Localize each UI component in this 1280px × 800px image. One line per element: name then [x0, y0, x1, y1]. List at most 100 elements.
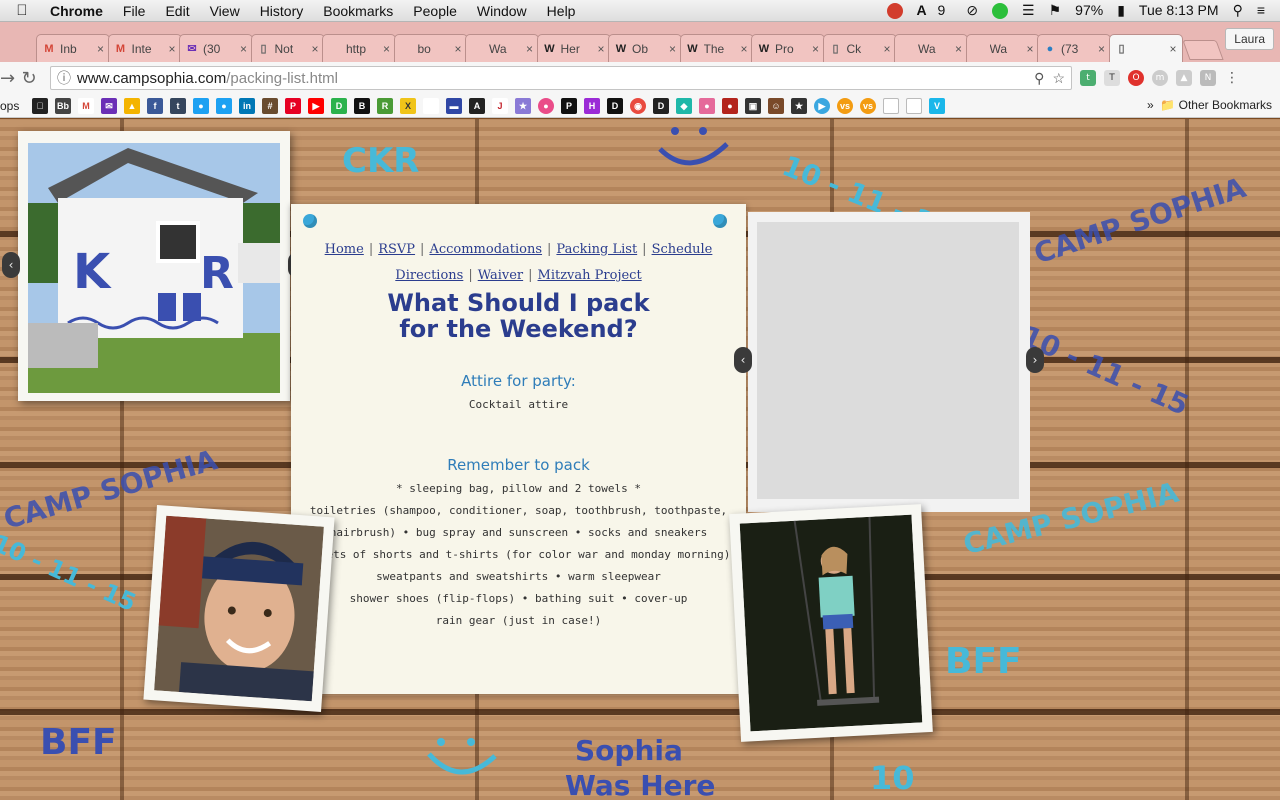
bookmark-star-icon[interactable]: ☆	[1052, 70, 1065, 87]
tab-close-icon[interactable]: ×	[1098, 42, 1105, 56]
browser-tab[interactable]: bo ×	[393, 34, 468, 62]
gmail-bookmark-icon[interactable]: M	[78, 97, 94, 114]
linkedin-bookmark-icon[interactable]: in	[239, 97, 255, 114]
browser-tab[interactable]: Wa ×	[465, 34, 539, 62]
page-info-icon[interactable]: ⓘ	[51, 68, 77, 88]
tab-close-icon[interactable]: ×	[740, 42, 747, 56]
reload-icon[interactable]: ↻	[14, 68, 44, 89]
vine-bookmark-icon[interactable]: V	[929, 97, 945, 114]
tab-close-icon[interactable]: ×	[955, 42, 962, 56]
n-extension-icon[interactable]: N	[1200, 70, 1216, 86]
color-wheel-bookmark-icon[interactable]: ◉	[630, 97, 646, 114]
bbc-bookmark-icon[interactable]: B	[354, 97, 370, 114]
tab-close-icon[interactable]: ×	[1169, 42, 1176, 56]
aiga-bookmark-icon[interactable]: A	[469, 97, 485, 114]
nav-waiver[interactable]: Waiver	[478, 268, 523, 283]
clock[interactable]: Tue 8:13 PM	[1132, 2, 1226, 18]
profile-button[interactable]: Laura	[1225, 28, 1274, 50]
menu-view[interactable]: View	[200, 3, 250, 19]
browser-tab[interactable]: ✉ (30 ×	[179, 34, 253, 62]
tab-close-icon[interactable]: ×	[383, 42, 390, 56]
do-not-disturb-icon[interactable]: ⊘	[959, 2, 985, 19]
browser-tab[interactable]: ▯ ×	[1108, 34, 1183, 62]
battery-icon[interactable]: ▮	[1110, 2, 1132, 19]
yahoo-mail-bookmark-icon[interactable]: ✉	[101, 97, 117, 114]
pig-bookmark-icon[interactable]: ●	[699, 97, 715, 114]
hash-bookmark-icon[interactable]: #	[262, 97, 278, 114]
nav-schedule[interactable]: Schedule	[652, 242, 713, 257]
figure-bookmark-icon[interactable]: ★	[515, 97, 531, 114]
browser-tab[interactable]: W Pro ×	[751, 34, 825, 62]
tab-close-icon[interactable]: ×	[883, 42, 890, 56]
chrome-menu-icon[interactable]: ⋮	[1224, 70, 1240, 86]
new-tab-button[interactable]	[1182, 40, 1224, 60]
browser-tab[interactable]: M Inte ×	[107, 34, 182, 62]
dict-bookmark-icon[interactable]: D	[331, 97, 347, 114]
vs2-bookmark-icon[interactable]: vs	[860, 97, 876, 114]
tab-close-icon[interactable]: ×	[526, 42, 533, 56]
pinterest-bookmark-icon[interactable]: P	[285, 97, 301, 114]
browser-tab[interactable]: W Ob ×	[608, 34, 682, 62]
red-bookmark-icon[interactable]: ●	[722, 97, 738, 114]
menu-file[interactable]: File	[113, 3, 156, 19]
adobe-icon[interactable]: A 9	[910, 2, 960, 18]
line-app-icon[interactable]	[985, 2, 1015, 20]
j-bookmark-icon[interactable]: J	[492, 97, 508, 114]
dribbble-bookmark-icon[interactable]: ●	[538, 97, 554, 114]
tab-close-icon[interactable]: ×	[97, 42, 104, 56]
cabin-slideshow-prev-button[interactable]: ‹	[2, 252, 20, 278]
apple-menu-icon[interactable]: 	[0, 2, 44, 19]
menu-bookmarks[interactable]: Bookmarks	[313, 3, 403, 19]
nav-rsvp[interactable]: RSVP	[378, 242, 415, 257]
tumblr-bookmark-icon[interactable]: t	[170, 97, 186, 114]
tab-close-icon[interactable]: ×	[669, 42, 676, 56]
notification-badge-icon[interactable]	[880, 2, 910, 20]
browser-tab[interactable]: ▯ Ck ×	[822, 34, 897, 62]
browser-tab[interactable]: M Inb ×	[36, 34, 110, 62]
h-bookmark-icon[interactable]: H	[584, 97, 600, 114]
menu-app-name[interactable]: Chrome	[44, 3, 113, 19]
notification-center-icon[interactable]: ≡	[1250, 2, 1272, 18]
bb-bookmark-icon[interactable]: Bb	[55, 97, 71, 114]
zoom-icon[interactable]: ⚲	[1034, 70, 1044, 87]
stripe-bookmark-icon[interactable]: ▬	[446, 97, 462, 114]
translate-extension-icon[interactable]: T	[1104, 70, 1120, 86]
face-bookmark-icon[interactable]: ☺	[768, 97, 784, 114]
twitter-bookmark-icon[interactable]: ●	[193, 97, 209, 114]
right-slideshow-prev-button[interactable]: ‹	[734, 347, 752, 373]
menu-edit[interactable]: Edit	[155, 3, 199, 19]
x-bookmark-icon[interactable]: X	[400, 97, 416, 114]
menu-window[interactable]: Window	[467, 3, 537, 19]
wifi-icon[interactable]: ☰	[1015, 2, 1042, 19]
menu-people[interactable]: People	[403, 3, 467, 19]
tab-close-icon[interactable]: ×	[597, 42, 604, 56]
r-bookmark-icon[interactable]: R	[377, 97, 393, 114]
tab-close-icon[interactable]: ×	[1026, 42, 1033, 56]
nav-home[interactable]: Home	[325, 242, 364, 257]
us-flag-icon[interactable]: ⚑	[1042, 2, 1069, 19]
browser-tab[interactable]: Wa ×	[965, 34, 1040, 62]
doc2-bookmark-icon[interactable]	[906, 97, 922, 114]
browser-tab[interactable]: W The ×	[679, 34, 754, 62]
apps-shortcut[interactable]: ops	[0, 99, 24, 113]
browser-tab[interactable]: W Her ×	[536, 34, 611, 62]
tab-close-icon[interactable]: ×	[168, 42, 175, 56]
nav-directions[interactable]: Directions	[395, 268, 463, 283]
other-bookmarks[interactable]: » 📁 Other Bookmarks	[1147, 98, 1272, 112]
drive-bookmark-icon[interactable]: ▲	[124, 97, 140, 114]
browser-tab[interactable]: ▯ Not ×	[250, 34, 325, 62]
youtube-bookmark-icon[interactable]: ▶	[308, 97, 324, 114]
browser-tab[interactable]: Wa ×	[894, 34, 968, 62]
tab-close-icon[interactable]: ×	[311, 42, 318, 56]
nav-accommodations[interactable]: Accommodations	[429, 242, 542, 257]
doc1-bookmark-icon[interactable]	[883, 97, 899, 114]
blank-bookmark-icon[interactable]	[423, 97, 439, 114]
menu-help[interactable]: Help	[537, 3, 586, 19]
speaker-extension-icon[interactable]: ▲	[1176, 70, 1192, 86]
d-split-bookmark-icon[interactable]: D	[607, 97, 623, 114]
nav-mitzvah-project[interactable]: Mitzvah Project	[538, 268, 642, 283]
vs1-bookmark-icon[interactable]: vs	[837, 97, 853, 114]
play-bookmark-icon[interactable]: ▶	[814, 97, 830, 114]
toktog-extension-icon[interactable]: t	[1080, 70, 1096, 86]
apple-bookmark-icon[interactable]: 	[32, 97, 48, 114]
